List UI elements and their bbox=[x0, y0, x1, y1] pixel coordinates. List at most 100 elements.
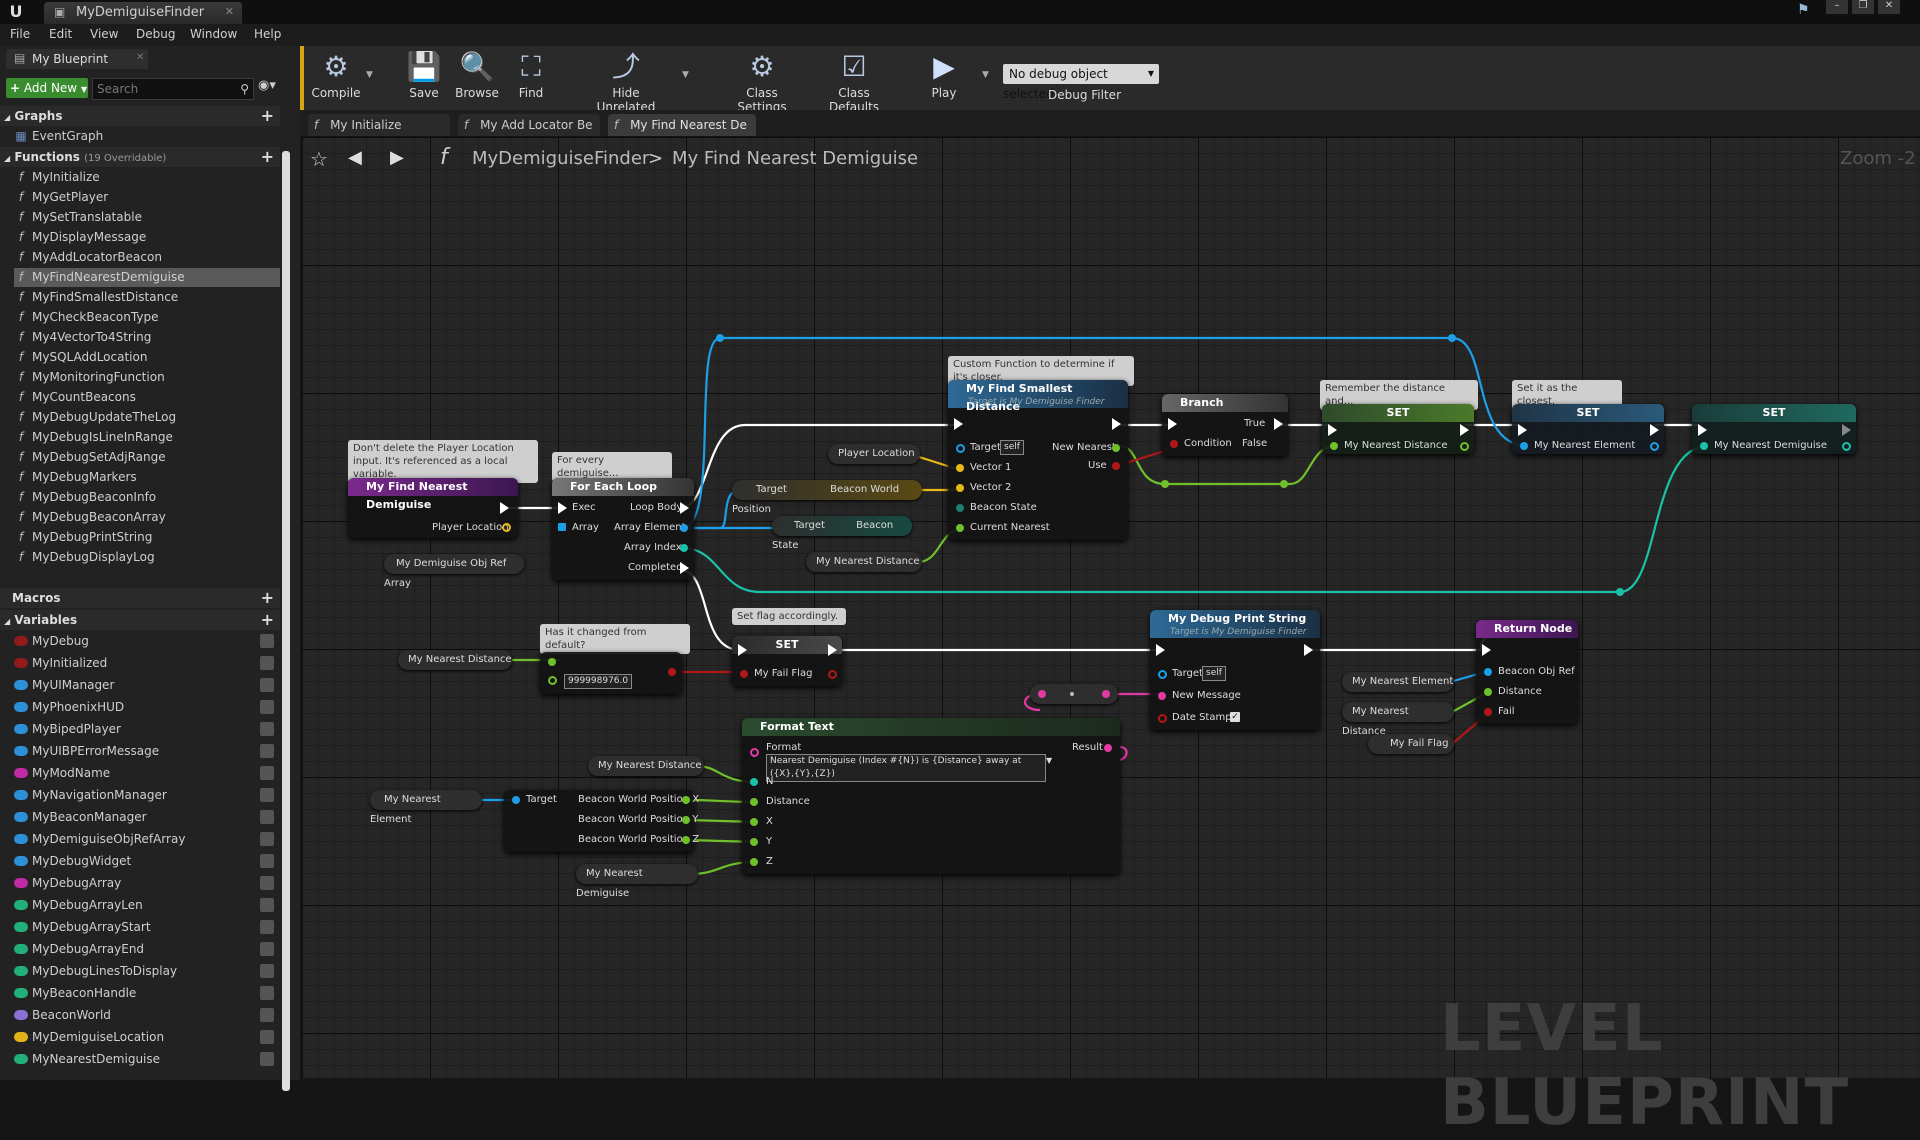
object-pin[interactable] bbox=[1484, 668, 1492, 676]
comment-player-location[interactable]: Don't delete the Player Location input. … bbox=[348, 440, 538, 483]
demiguise-array-getter[interactable]: My Demiguise Obj Ref Array bbox=[384, 554, 524, 589]
text-pin[interactable] bbox=[1158, 692, 1166, 700]
wildcard-pin[interactable] bbox=[750, 838, 758, 846]
bool-out-pin[interactable] bbox=[828, 670, 837, 679]
wildcard-pin[interactable] bbox=[750, 778, 758, 786]
nearest-distance-getter[interactable]: My Nearest Distance bbox=[588, 756, 704, 776]
wildcard-pin[interactable] bbox=[750, 858, 758, 866]
vector-pin[interactable] bbox=[502, 523, 511, 532]
player-location-getter[interactable]: Player Location bbox=[828, 444, 920, 464]
exec-out-pin[interactable] bbox=[680, 562, 689, 574]
exec-out-pin[interactable] bbox=[1460, 424, 1469, 436]
text-reroute-node[interactable] bbox=[1030, 684, 1118, 704]
float-pin[interactable] bbox=[1112, 444, 1120, 452]
set-nearest-element-node[interactable]: SET My Nearest Element bbox=[1512, 404, 1664, 454]
default-value-literal[interactable]: 999998976.0 bbox=[564, 674, 633, 689]
object-pin[interactable] bbox=[956, 444, 965, 453]
for-each-loop-node[interactable]: For Each Loop Exec Array Loop Body Array… bbox=[552, 478, 694, 580]
object-out-pin[interactable] bbox=[1650, 442, 1659, 451]
exec-in-pin[interactable] bbox=[1518, 424, 1527, 436]
exec-out-pin[interactable] bbox=[1650, 424, 1659, 436]
exec-in-pin[interactable] bbox=[738, 644, 747, 656]
get-beacon-world-position[interactable]: Target Beacon World Position bbox=[732, 480, 922, 515]
comment-set-flag[interactable]: Set flag accordingly. bbox=[732, 608, 846, 625]
text-pin[interactable] bbox=[1102, 690, 1110, 698]
object-pin[interactable] bbox=[680, 524, 688, 532]
bool-pin[interactable] bbox=[1484, 708, 1492, 716]
chevron-down-icon[interactable]: ▼ bbox=[1046, 756, 1052, 765]
set-nearest-distance-node[interactable]: SET My Nearest Distance bbox=[1322, 404, 1474, 454]
nearest-distance-getter[interactable]: My Nearest Distance bbox=[398, 650, 512, 670]
exec-out-pin-false[interactable] bbox=[1274, 438, 1283, 450]
function-entry-node[interactable]: My Find Nearest Demiguise Player Locatio… bbox=[348, 478, 518, 538]
int-pin[interactable] bbox=[1700, 442, 1708, 450]
date-stamp-checkbox[interactable]: ✓ bbox=[1230, 712, 1240, 722]
exec-in-pin[interactable] bbox=[558, 502, 567, 514]
pin-label: Array Element bbox=[614, 522, 686, 533]
find-smallest-distance-node[interactable]: My Find Smallest Distance Target is My D… bbox=[948, 380, 1128, 540]
object-pin[interactable] bbox=[1158, 670, 1167, 679]
float-pin[interactable] bbox=[1330, 442, 1338, 450]
object-pin[interactable] bbox=[512, 796, 520, 804]
set-fail-flag-node[interactable]: SET My Fail Flag bbox=[732, 636, 842, 686]
wildcard-pin[interactable] bbox=[750, 818, 758, 826]
float-pin[interactable] bbox=[548, 658, 556, 666]
get-beacon-state[interactable]: Target Beacon State bbox=[772, 516, 912, 551]
float-out-pin[interactable] bbox=[682, 836, 690, 844]
debug-print-string-node[interactable]: My Debug Print String Target is My Demig… bbox=[1150, 610, 1320, 730]
not-equal-compare-node[interactable]: 999998976.0 bbox=[540, 652, 682, 694]
exec-out-pin[interactable] bbox=[500, 502, 509, 514]
comment-has-changed[interactable]: Has it changed from default? bbox=[540, 624, 690, 654]
float-pin[interactable] bbox=[956, 524, 964, 532]
wildcard-pin[interactable] bbox=[750, 798, 758, 806]
float-out-pin[interactable] bbox=[682, 816, 690, 824]
vector-pin[interactable] bbox=[956, 464, 964, 472]
float-out-pin[interactable] bbox=[1460, 442, 1469, 451]
enum-pin[interactable] bbox=[956, 504, 964, 512]
nearest-element-getter[interactable]: My Nearest Element bbox=[1342, 672, 1454, 692]
exec-out-pin[interactable] bbox=[828, 644, 837, 656]
exec-in-pin[interactable] bbox=[1698, 424, 1707, 436]
pin-label: Beacon World Position Y bbox=[578, 814, 699, 825]
bool-pin[interactable] bbox=[1170, 440, 1178, 448]
branch-node[interactable]: Branch True Condition False bbox=[1162, 394, 1288, 456]
nearest-element-getter[interactable]: My Nearest Element bbox=[370, 790, 482, 825]
set-nearest-demiguise-node[interactable]: SET My Nearest Demiguise bbox=[1692, 404, 1856, 454]
vector-pin[interactable] bbox=[956, 484, 964, 492]
float-pin[interactable] bbox=[548, 676, 557, 685]
bool-out-pin[interactable] bbox=[668, 668, 676, 676]
int-pin[interactable] bbox=[680, 544, 688, 552]
text-pin[interactable] bbox=[1038, 690, 1046, 698]
text-out-pin[interactable] bbox=[1104, 744, 1112, 752]
array-pin[interactable] bbox=[558, 523, 566, 531]
exec-in-pin[interactable] bbox=[1168, 418, 1177, 430]
pin-label: Condition bbox=[1184, 438, 1232, 449]
format-string-field[interactable]: Nearest Demiguise (Index #{N}) is {Dista… bbox=[766, 754, 1046, 782]
text-pin[interactable] bbox=[750, 748, 759, 757]
fail-flag-getter[interactable]: My Fail Flag bbox=[1368, 734, 1454, 754]
exec-in-pin[interactable] bbox=[1156, 644, 1165, 656]
nearest-distance-getter[interactable]: My Nearest Distance bbox=[1342, 702, 1454, 737]
bool-pin[interactable] bbox=[1112, 462, 1120, 470]
exec-out-pin[interactable] bbox=[1112, 418, 1121, 430]
float-pin[interactable] bbox=[1484, 688, 1492, 696]
node-title: SET bbox=[732, 636, 842, 654]
bool-pin[interactable] bbox=[740, 670, 748, 678]
return-node[interactable]: Return Node Beacon Obj Ref Distance Fail bbox=[1476, 620, 1578, 724]
exec-in-pin[interactable] bbox=[1482, 644, 1491, 656]
float-out-pin[interactable] bbox=[682, 796, 690, 804]
object-pin[interactable] bbox=[1520, 442, 1528, 450]
format-text-node[interactable]: Format Text Format Nearest Demiguise (In… bbox=[742, 718, 1120, 874]
exec-out-pin[interactable] bbox=[1304, 644, 1313, 656]
exec-out-pin[interactable] bbox=[1274, 418, 1283, 430]
exec-out-pin[interactable] bbox=[680, 502, 689, 514]
exec-in-pin[interactable] bbox=[954, 418, 963, 430]
bool-pin[interactable] bbox=[1158, 714, 1167, 723]
nearest-distance-getter[interactable]: My Nearest Distance bbox=[806, 552, 922, 572]
exec-in-pin[interactable] bbox=[1328, 424, 1337, 436]
node-title: Branch bbox=[1162, 394, 1288, 412]
exec-out-pin[interactable] bbox=[1842, 424, 1851, 436]
int-out-pin[interactable] bbox=[1842, 442, 1851, 451]
break-vector-node[interactable]: Target Beacon World Position X Beacon Wo… bbox=[504, 790, 699, 852]
nearest-demiguise-getter[interactable]: My Nearest Demiguise bbox=[576, 864, 698, 899]
